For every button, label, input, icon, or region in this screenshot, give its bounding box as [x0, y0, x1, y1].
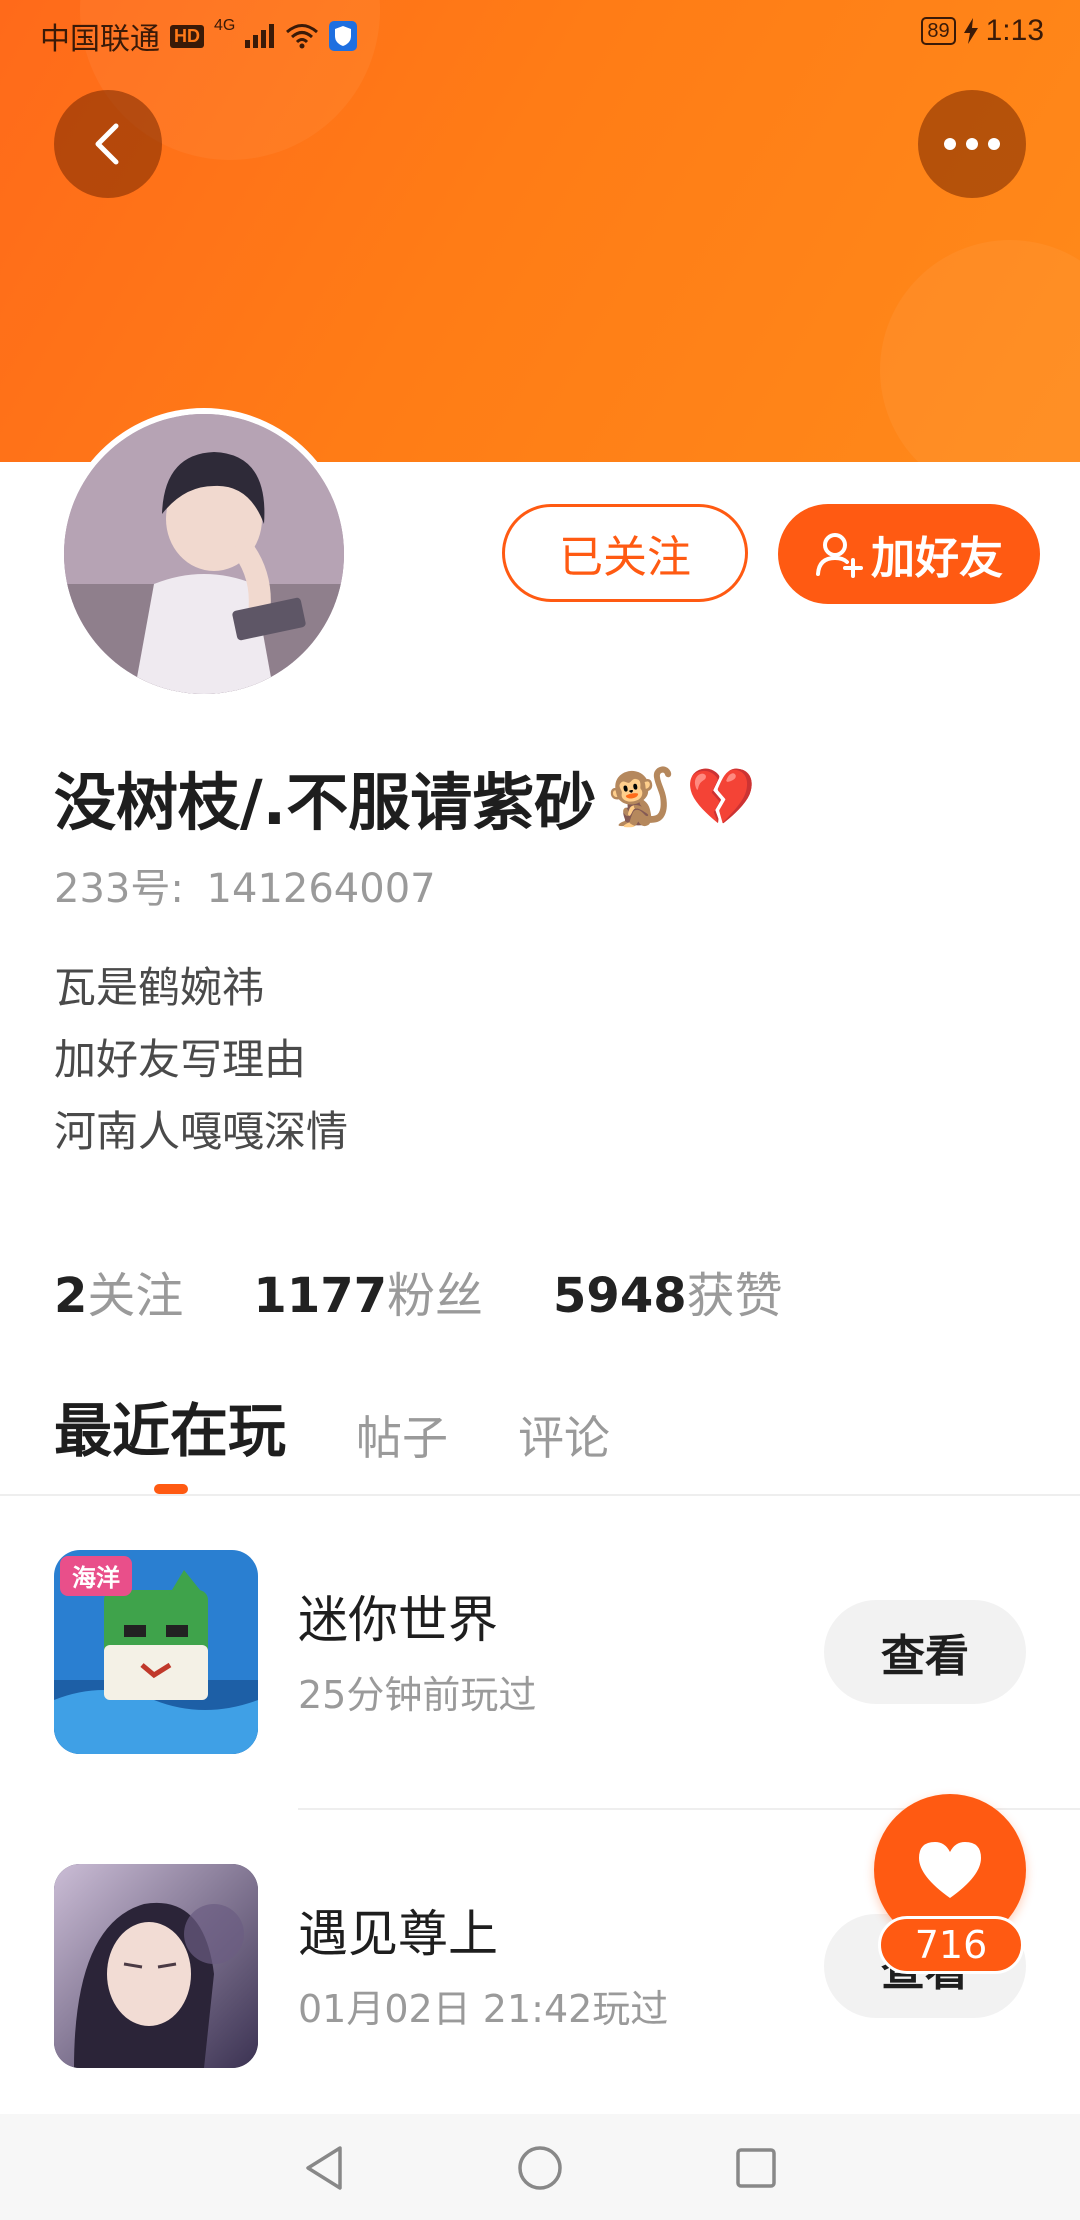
profile-banner — [0, 0, 1080, 462]
game-icon-text: 海洋 — [72, 1564, 120, 1592]
wifi-icon — [285, 23, 319, 49]
back-button[interactable] — [54, 90, 162, 198]
like-count: 716 — [878, 1916, 1024, 1974]
list-item[interactable]: 海洋 迷你世界 25分钟前玩过 查看 — [0, 1550, 1080, 1760]
game-last-played: 01月02日 21:42玩过 — [298, 1987, 669, 2031]
status-bar: 中国联通 HD 4G 89 1:13 — [0, 0, 1080, 64]
bio-line: 河南人嘎嘎深情 — [54, 1107, 349, 1156]
clock-time: 1:13 — [985, 14, 1044, 47]
hd-badge: HD — [170, 24, 204, 48]
profile-tabs: 最近在玩 帖子 评论 — [54, 1384, 610, 1468]
network-label: 4G — [214, 17, 236, 34]
nav-back-button[interactable] — [296, 2140, 352, 2196]
tab-comments[interactable]: 评论 — [518, 1402, 610, 1468]
tab-active-indicator — [154, 1484, 188, 1494]
banner-decoration — [880, 240, 1080, 462]
game-last-played: 25分钟前玩过 — [298, 1673, 537, 1717]
profile-name: 没树枝/.不服请紫砂 — [54, 766, 597, 839]
add-friend-label: 加好友 — [871, 533, 1003, 584]
add-friend-button[interactable]: 加好友 — [778, 504, 1040, 604]
nav-recents-button[interactable] — [728, 2140, 784, 2196]
nav-home-button[interactable] — [512, 2140, 568, 2196]
tab-recent-games[interactable]: 最近在玩 — [54, 1384, 286, 1468]
stat-label: 关注 — [87, 1268, 184, 1324]
game-icon-meet-zunshang — [54, 1864, 258, 2068]
profile-stats: 2关注 1177粉丝 5948获赞 — [54, 1256, 783, 1326]
game-name: 迷你世界 — [298, 1591, 498, 1649]
view-game-button[interactable]: 查看 — [824, 1600, 1026, 1704]
battery-level: 89 — [921, 17, 956, 45]
square-recents-icon — [736, 2148, 776, 2188]
more-options-button[interactable] — [918, 90, 1026, 198]
stat-likes[interactable]: 5948获赞 — [553, 1256, 783, 1326]
stat-value: 5948 — [553, 1268, 687, 1324]
followed-button-label: 已关注 — [559, 532, 691, 583]
circle-home-icon — [518, 2146, 562, 2190]
signal-icon — [245, 24, 275, 48]
stat-value: 1177 — [253, 1268, 388, 1324]
stat-label: 粉丝 — [387, 1268, 484, 1324]
game-name: 遇见尊上 — [298, 1905, 498, 1963]
stat-label: 获赞 — [686, 1268, 783, 1324]
user-id-value: 141264007 — [206, 866, 436, 912]
carrier-label: 中国联通 — [40, 23, 160, 56]
avatar-image — [64, 414, 344, 694]
tab-posts[interactable]: 帖子 — [356, 1402, 448, 1468]
user-id: 233号: 141264007 — [54, 856, 436, 914]
heart-icon — [919, 1842, 981, 1898]
broken-heart-emoji-icon: 💔 — [685, 765, 756, 830]
tab-divider — [0, 1494, 1080, 1496]
stat-following[interactable]: 2关注 — [54, 1256, 183, 1326]
stat-value: 2 — [54, 1268, 88, 1324]
game-icon-mini-world: 海洋 — [54, 1550, 258, 1754]
stat-followers[interactable]: 1177粉丝 — [253, 1256, 483, 1326]
triangle-back-icon — [306, 2146, 342, 2190]
bio-line: 加好友写理由 — [54, 1035, 307, 1084]
monkey-emoji-icon: 🐒 — [606, 765, 676, 830]
bio-line: 瓦是鹤婉祎 — [54, 963, 265, 1012]
system-nav-bar — [0, 2114, 1080, 2220]
chevron-left-icon — [95, 123, 119, 165]
security-shield-icon — [329, 21, 358, 51]
more-dots-icon — [944, 138, 1000, 150]
charging-icon — [963, 18, 978, 44]
user-id-label: 233号: — [54, 866, 184, 912]
profile-name-row: 没树枝/.不服请紫砂 🐒 💔 — [54, 752, 756, 842]
avatar[interactable] — [58, 408, 350, 700]
profile-bio: 瓦是鹤婉祎 加好友写理由 河南人嘎嘎深情 — [54, 952, 348, 1168]
followed-button[interactable]: 已关注 — [502, 504, 748, 602]
add-user-icon — [816, 533, 863, 578]
